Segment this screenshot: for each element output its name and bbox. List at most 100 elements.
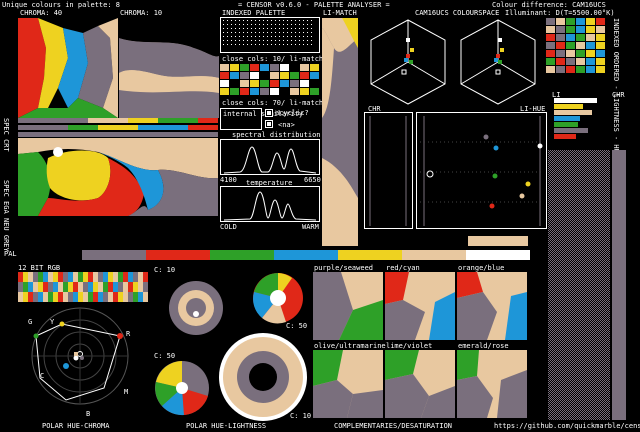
swatch-cell xyxy=(596,42,605,49)
comp-purple-seaweed xyxy=(313,272,383,340)
chr-label-right: CHR xyxy=(612,91,625,99)
palette-dot xyxy=(307,20,308,21)
close-color-cell xyxy=(280,64,289,71)
palette-dot xyxy=(255,28,256,29)
rgb12-cell xyxy=(133,272,138,282)
internal-similarity-checkbox[interactable] xyxy=(265,109,273,117)
rgb12-cell xyxy=(123,282,128,292)
close-color-cell xyxy=(250,80,259,87)
palette-dot xyxy=(255,24,256,25)
rgb12-cell xyxy=(108,292,113,302)
polar-hue-chroma-wheel xyxy=(18,306,148,416)
palette-dot xyxy=(275,24,276,25)
palette-dot xyxy=(295,28,296,29)
close-color-cell xyxy=(310,64,319,71)
rgb12-cell xyxy=(113,282,118,292)
palette-dot xyxy=(251,32,252,33)
swatch-cell xyxy=(586,58,595,65)
palette-dot xyxy=(223,40,224,41)
palette-dot xyxy=(291,24,292,25)
rgb12-cell xyxy=(78,282,83,292)
swatch-cell xyxy=(546,58,555,65)
palette-dot xyxy=(279,28,280,29)
palette-dot xyxy=(311,24,312,25)
palette-dot xyxy=(283,32,284,33)
palette-dot xyxy=(267,28,268,29)
spec-ega-segment xyxy=(18,125,68,130)
lightness-bar xyxy=(554,122,578,127)
close-color-cell xyxy=(270,80,279,87)
palette-dot xyxy=(295,20,296,21)
pal-label: PAL xyxy=(4,250,17,258)
palette-dot xyxy=(291,32,292,33)
palette-dot xyxy=(291,36,292,37)
pal-swatch xyxy=(18,250,82,260)
palette-dot xyxy=(247,40,248,41)
spec-grey-strip xyxy=(18,132,218,137)
palette-dot xyxy=(275,20,276,21)
rgb12-cell xyxy=(73,282,78,292)
neu-grey-highlight xyxy=(468,236,528,246)
palette-dot xyxy=(239,20,240,21)
swatch-cell xyxy=(596,26,605,33)
na-label: <na> xyxy=(278,121,295,129)
palette-dot xyxy=(227,24,228,25)
palette-dot xyxy=(295,24,296,25)
swatch-cell xyxy=(576,58,585,65)
swatch-cell xyxy=(576,50,585,57)
bit12-rgb-label: 12 BIT RGB xyxy=(18,264,61,272)
rgb12-cell xyxy=(138,272,143,282)
swatch-cell xyxy=(576,42,585,49)
palette-dot xyxy=(271,44,272,45)
rgb12-cell xyxy=(48,272,53,282)
rgb12-cell xyxy=(103,282,108,292)
palette-dot xyxy=(231,28,232,29)
close-color-cell xyxy=(300,64,309,71)
palette-dot xyxy=(259,20,260,21)
rgb12-cell xyxy=(93,292,98,302)
lightness-bar xyxy=(554,110,592,115)
rgb12-cell xyxy=(78,292,83,302)
wheel-label-c: C xyxy=(40,372,45,380)
palette-dot xyxy=(263,40,264,41)
rgb12-cell xyxy=(98,282,103,292)
palette-dot xyxy=(311,32,312,33)
palette-dot xyxy=(295,36,296,37)
palette-dot xyxy=(283,44,284,45)
palette-dot xyxy=(307,40,308,41)
palette-dot xyxy=(227,32,228,33)
palette-dot xyxy=(243,32,244,33)
bit12-rgb-view xyxy=(18,272,148,302)
palette-dot xyxy=(243,36,244,37)
indexed-palette-dots xyxy=(220,17,320,53)
lightness-bar xyxy=(554,128,588,133)
palette-dot xyxy=(283,36,284,37)
rgb12-cell xyxy=(88,292,93,302)
palette-dot xyxy=(231,20,232,21)
close-color-cell xyxy=(310,88,319,95)
spec-crt-segment xyxy=(18,118,88,123)
close-color-cell xyxy=(230,80,239,87)
swatch-cell xyxy=(556,66,565,73)
comp-title-orange-blue: orange/blue xyxy=(458,264,505,272)
comp-title-red-cyan: red/cyan xyxy=(386,264,420,272)
palette-dot xyxy=(299,40,300,41)
rgb12-cell xyxy=(28,282,33,292)
palette-dot xyxy=(271,24,272,25)
github-link[interactable]: https://github.com/quickmarble/censor xyxy=(494,422,640,430)
palette-dot xyxy=(311,36,312,37)
close-color-cell xyxy=(250,88,259,95)
palette-dot xyxy=(279,32,280,33)
rgb12-cell xyxy=(63,272,68,282)
close-color-cell xyxy=(240,80,249,87)
palette-dot xyxy=(251,40,252,41)
palette-dot xyxy=(235,28,236,29)
cam16-cube-left xyxy=(370,19,446,105)
palette-dot xyxy=(271,40,272,41)
cyclic-checkbox[interactable] xyxy=(265,120,273,128)
close-color-cell xyxy=(280,80,289,87)
palette-dot xyxy=(295,32,296,33)
palette-dot xyxy=(239,40,240,41)
palette-dot xyxy=(271,20,272,21)
close-color-cell xyxy=(220,80,229,87)
